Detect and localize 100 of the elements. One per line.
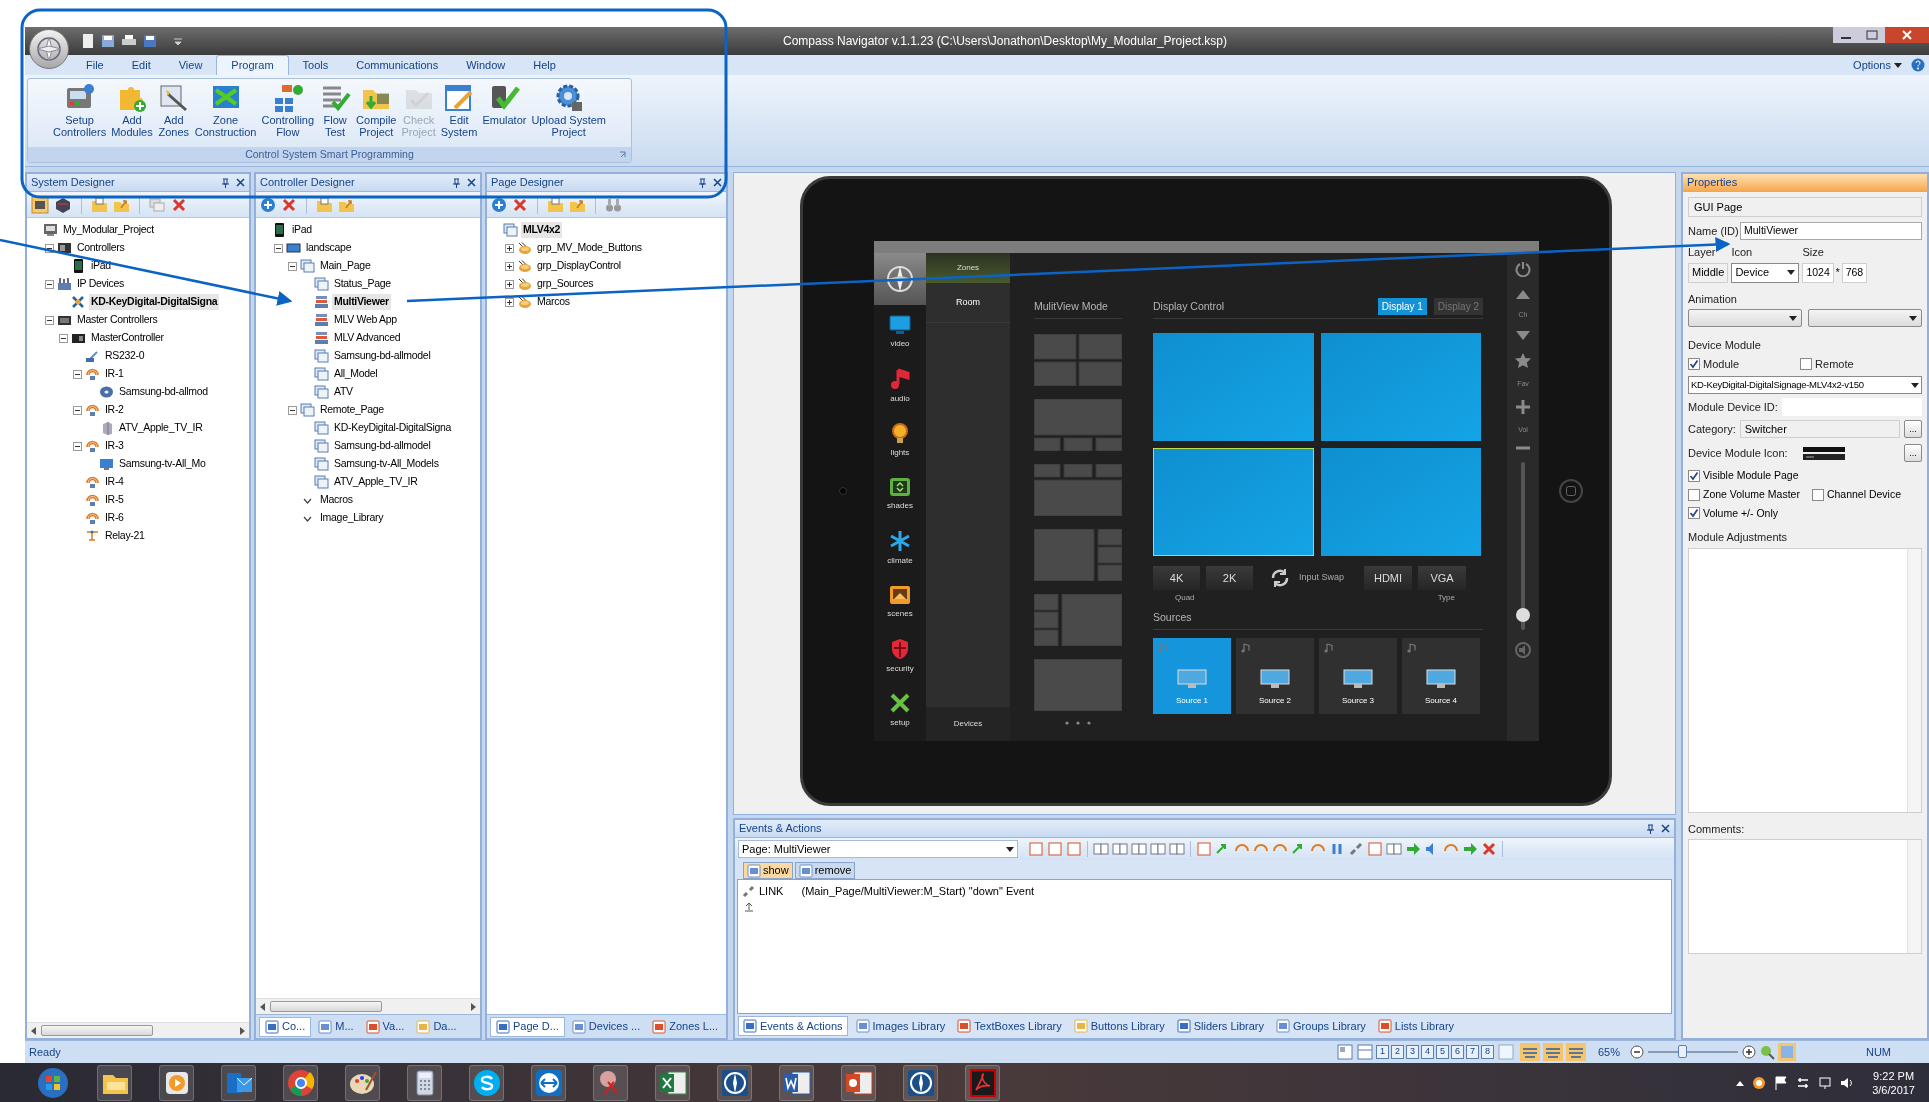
panel-tab[interactable]: Da... <box>411 1016 462 1037</box>
page-number-button[interactable]: 2 <box>1390 1045 1404 1059</box>
tree-item[interactable]: MLV Advanced <box>332 330 403 346</box>
action-tab[interactable]: show <box>743 862 793 879</box>
panel-tab[interactable]: Va... <box>360 1016 410 1037</box>
ribbon-button[interactable]: Zone Construction <box>192 82 259 138</box>
nav-button[interactable]: climate <box>874 521 926 575</box>
page-number-button[interactable]: 5 <box>1435 1045 1449 1059</box>
tree-item[interactable]: KD-KeyDigital-DigitalSigna <box>89 294 220 310</box>
panel-tab[interactable]: Buttons Library <box>1069 1016 1169 1036</box>
page-number-button[interactable]: 1 <box>1375 1045 1389 1059</box>
panel-tab[interactable]: Devices ... <box>566 1016 646 1037</box>
panel-tab[interactable]: Lists Library <box>1373 1016 1459 1036</box>
tree-item[interactable]: Relay-21 <box>103 528 147 544</box>
room-item[interactable]: Room <box>926 283 1010 323</box>
source-button[interactable]: Source 3 <box>1319 638 1397 714</box>
tree-item[interactable]: Marcos <box>535 294 572 310</box>
ribbon-button[interactable]: Add Modules <box>109 82 155 138</box>
browse-button[interactable]: ... <box>1904 420 1922 438</box>
panel-tab[interactable]: Images Library <box>851 1016 950 1036</box>
ribbon-button[interactable]: Compile Project <box>354 82 399 138</box>
tree-item[interactable]: Master Controllers <box>75 312 160 328</box>
ribbon-button[interactable]: Flow Test <box>317 82 354 138</box>
nav-button[interactable]: setup <box>874 683 926 737</box>
tree-item[interactable]: ATV <box>332 384 355 400</box>
tree-item[interactable]: Image_Library <box>318 510 386 526</box>
tree-item[interactable]: IR-1 <box>103 366 126 382</box>
tree-item[interactable]: grp_MV_Mode_Buttons <box>535 240 644 256</box>
nav-button[interactable]: video <box>874 305 926 359</box>
ribbon-button[interactable]: Add Zones <box>155 82 192 138</box>
tree-item[interactable]: landscape <box>304 240 354 256</box>
page-dropdown[interactable]: Page: MultiViewer <box>738 840 1018 858</box>
tree-item[interactable]: Samsung-bd-allmodel <box>332 438 433 454</box>
menu-tab[interactable]: Edit <box>117 55 165 75</box>
format-button[interactable]: HDMI <box>1364 566 1413 590</box>
panel-tab[interactable]: Events & Actions <box>738 1016 848 1036</box>
tree-item[interactable]: MLV Web App <box>332 312 399 328</box>
nav-button[interactable]: lights <box>874 413 926 467</box>
page-number-button[interactable]: 7 <box>1465 1045 1479 1059</box>
action-tab[interactable]: remove <box>794 862 856 879</box>
options-menu[interactable]: Options <box>1853 56 1891 74</box>
tree-item[interactable]: Status_Page <box>332 276 393 292</box>
menu-tab[interactable]: Communications <box>342 55 453 75</box>
menu-tab[interactable]: View <box>164 55 217 75</box>
icon-dropdown[interactable]: Device <box>1731 262 1800 283</box>
panel-tab[interactable]: Groups Library <box>1272 1016 1370 1036</box>
tree-item[interactable]: IR-6 <box>103 510 126 526</box>
format-button[interactable]: 4K <box>1153 566 1200 590</box>
tree-item[interactable]: IR-5 <box>103 492 126 508</box>
page-number-button[interactable]: 8 <box>1480 1045 1494 1059</box>
nav-button[interactable]: shades <box>874 467 926 521</box>
menu-tab[interactable]: File <box>72 55 118 75</box>
panel-tab[interactable]: M... <box>313 1016 359 1037</box>
tree-item[interactable]: My_Modular_Project <box>61 222 156 238</box>
ribbon-button[interactable]: Setup Controllers <box>50 82 109 138</box>
tree-item[interactable]: Remote_Page <box>318 402 386 418</box>
tree-item[interactable]: Samsung-tv-All_Models <box>332 456 441 472</box>
ribbon-button[interactable]: Upload System Project <box>529 82 608 138</box>
tree-item[interactable]: IR-4 <box>103 474 126 490</box>
tree-item[interactable]: Samsung-tv-All_Mo <box>117 456 208 472</box>
tree-item[interactable]: grp_Sources <box>535 276 596 292</box>
tree-item[interactable]: MLV4x2 <box>521 222 563 238</box>
panel-tab[interactable]: TextBoxes Library <box>953 1016 1066 1036</box>
tree-item[interactable]: Macros <box>318 492 355 508</box>
tree-item[interactable]: IR-2 <box>103 402 126 418</box>
ribbon-button[interactable]: Controlling Flow <box>259 82 317 138</box>
name-field[interactable]: MultiViewer <box>1740 222 1922 240</box>
tree-item[interactable]: RS232-0 <box>103 348 147 364</box>
panel-tab[interactable]: Sliders Library <box>1172 1016 1269 1036</box>
source-button[interactable]: Source 2 <box>1236 638 1314 714</box>
panel-tab[interactable]: Zones L... <box>647 1016 724 1037</box>
menu-tab[interactable]: Program <box>216 55 289 75</box>
menu-tab[interactable]: Tools <box>288 55 343 75</box>
menu-tab[interactable]: Help <box>519 55 570 75</box>
tree-item[interactable]: Samsung-bd-allmodel <box>332 348 433 364</box>
nav-button[interactable]: scenes <box>874 575 926 629</box>
tree-item[interactable]: Samsung-bd-allmod <box>117 384 210 400</box>
menu-tab[interactable]: Window <box>452 55 520 75</box>
tree-item[interactable]: Main_Page <box>318 258 373 274</box>
page-number-button[interactable]: 3 <box>1405 1045 1419 1059</box>
tree-item[interactable]: IP Devices <box>75 276 126 292</box>
nav-button[interactable]: security <box>874 629 926 683</box>
height-field[interactable]: 768 <box>1841 262 1868 283</box>
width-field[interactable]: 1024 <box>1802 262 1834 283</box>
source-button[interactable]: Source 4 <box>1402 638 1480 714</box>
page-number-button[interactable]: 4 <box>1420 1045 1434 1059</box>
tree-item[interactable]: MultiViewer <box>332 294 391 310</box>
panel-tab[interactable]: Co... <box>259 1016 312 1037</box>
tree-item[interactable]: ATV_Apple_TV_IR <box>332 474 420 490</box>
format-button[interactable]: 2K <box>1206 566 1253 590</box>
tree-item[interactable]: iPad <box>290 222 314 238</box>
tree-item[interactable]: grp_DisplayControl <box>535 258 623 274</box>
page-number-button[interactable]: 6 <box>1450 1045 1464 1059</box>
module-dropdown[interactable]: KD-KeyDigital-DigitalSignage-MLV4x2-v150 <box>1688 376 1922 394</box>
tree-item[interactable]: ATV_Apple_TV_IR <box>117 420 205 436</box>
browse-button[interactable]: ... <box>1904 444 1922 462</box>
tree-item[interactable]: All_Model <box>332 366 380 382</box>
ribbon-button[interactable]: Edit System <box>438 82 480 138</box>
tree-item[interactable]: MasterController <box>89 330 166 346</box>
tree-item[interactable]: Controllers <box>75 240 127 256</box>
